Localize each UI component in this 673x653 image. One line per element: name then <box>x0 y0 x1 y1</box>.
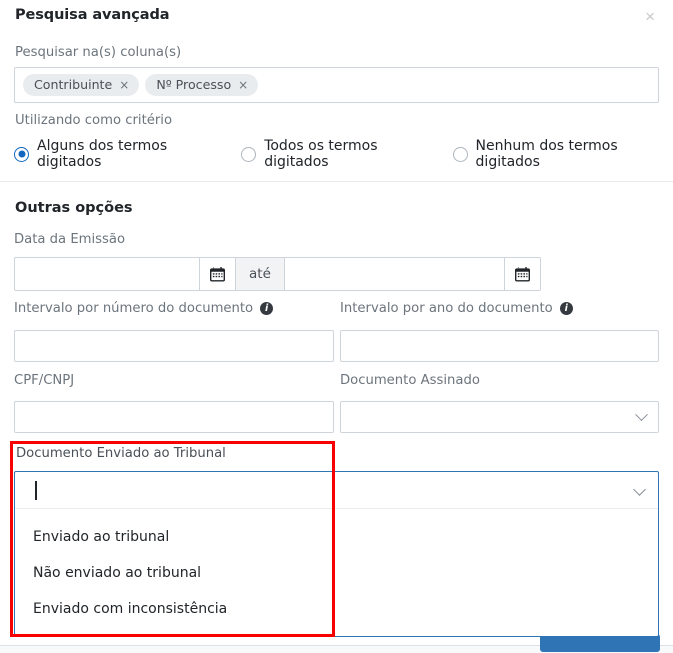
interval-year-input[interactable] <box>340 330 659 362</box>
chevron-down-icon <box>635 407 648 421</box>
combo-option-enviado[interactable]: Enviado ao tribunal <box>15 519 658 555</box>
calendar-icon-start[interactable] <box>200 257 236 291</box>
cpf-cnpj-label: CPF/CNPJ <box>14 373 75 388</box>
section-divider <box>0 181 673 182</box>
chevron-down-icon[interactable] <box>633 483 646 496</box>
interval-year-label: Intervalo por ano do documento <box>340 301 553 316</box>
tag-numero-processo[interactable]: Nº Processo × <box>145 74 259 96</box>
other-options-title: Outras opções <box>15 200 133 216</box>
criteria-label: Utilizando como critério <box>15 113 173 128</box>
date-end-input[interactable] <box>284 257 505 291</box>
document-sent-court-input[interactable] <box>15 472 658 509</box>
radio-alguns-termos[interactable]: Alguns dos termos digitados <box>14 138 223 170</box>
info-icon[interactable]: i <box>559 302 573 315</box>
radio-icon <box>14 146 29 162</box>
info-icon[interactable]: i <box>260 302 274 315</box>
date-start-input[interactable] <box>14 257 200 291</box>
combo-option-nao-enviado[interactable]: Não enviado ao tribunal <box>15 555 658 591</box>
document-sent-court-options: Enviado ao tribunal Não enviado ao tribu… <box>15 509 658 627</box>
tag-remove-icon[interactable]: × <box>238 78 248 92</box>
interval-year-label-group: Intervalo por ano do documento i <box>340 301 573 316</box>
radio-icon <box>241 146 257 162</box>
document-sent-court-combobox[interactable]: Enviado ao tribunal Não enviado ao tribu… <box>14 471 659 637</box>
tag-label: Nº Processo <box>156 77 232 92</box>
cpf-cnpj-input[interactable] <box>14 401 334 433</box>
document-sent-court-label: Documento Enviado ao Tribunal <box>16 446 226 461</box>
radio-todos-termos[interactable]: Todos os termos digitados <box>241 138 434 170</box>
date-emission-range: até <box>14 257 541 291</box>
document-signed-select[interactable] <box>340 401 659 433</box>
advanced-search-modal: Pesquisa avançada × Pesquisar na(s) colu… <box>0 0 673 653</box>
tag-contribuinte[interactable]: Contribuinte × <box>23 74 140 96</box>
close-icon[interactable]: × <box>641 6 659 27</box>
date-emission-label: Data da Emissão <box>14 232 126 247</box>
radio-nenhum-termo[interactable]: Nenhum dos termos digitados <box>452 138 673 170</box>
radio-label: Nenhum dos termos digitados <box>475 138 618 170</box>
modal-header: Pesquisa avançada × <box>0 0 673 38</box>
radio-label: Alguns dos termos digitados <box>37 138 168 170</box>
search-columns-label: Pesquisar na(s) coluna(s) <box>15 45 182 60</box>
search-columns-input[interactable]: Contribuinte × Nº Processo × <box>14 67 659 103</box>
text-caret <box>35 481 37 500</box>
radio-label: Todos os termos digitados <box>264 138 378 170</box>
tag-label: Contribuinte <box>34 77 113 92</box>
combo-option-inconsistencia[interactable]: Enviado com inconsistência <box>15 591 658 627</box>
radio-icon <box>452 146 468 162</box>
criteria-radio-group: Alguns dos termos digitados Todos os ter… <box>14 138 673 170</box>
document-signed-label: Documento Assinado <box>340 373 480 388</box>
page-title: Pesquisa avançada <box>15 7 170 23</box>
calendar-icon-end[interactable] <box>504 257 541 291</box>
interval-number-label: Intervalo por número do documento <box>14 301 254 316</box>
date-separator-ate[interactable]: até <box>236 257 285 291</box>
interval-number-label-group: Intervalo por número do documento i <box>14 301 274 316</box>
tag-remove-icon[interactable]: × <box>119 78 129 92</box>
interval-number-input[interactable] <box>14 330 334 362</box>
